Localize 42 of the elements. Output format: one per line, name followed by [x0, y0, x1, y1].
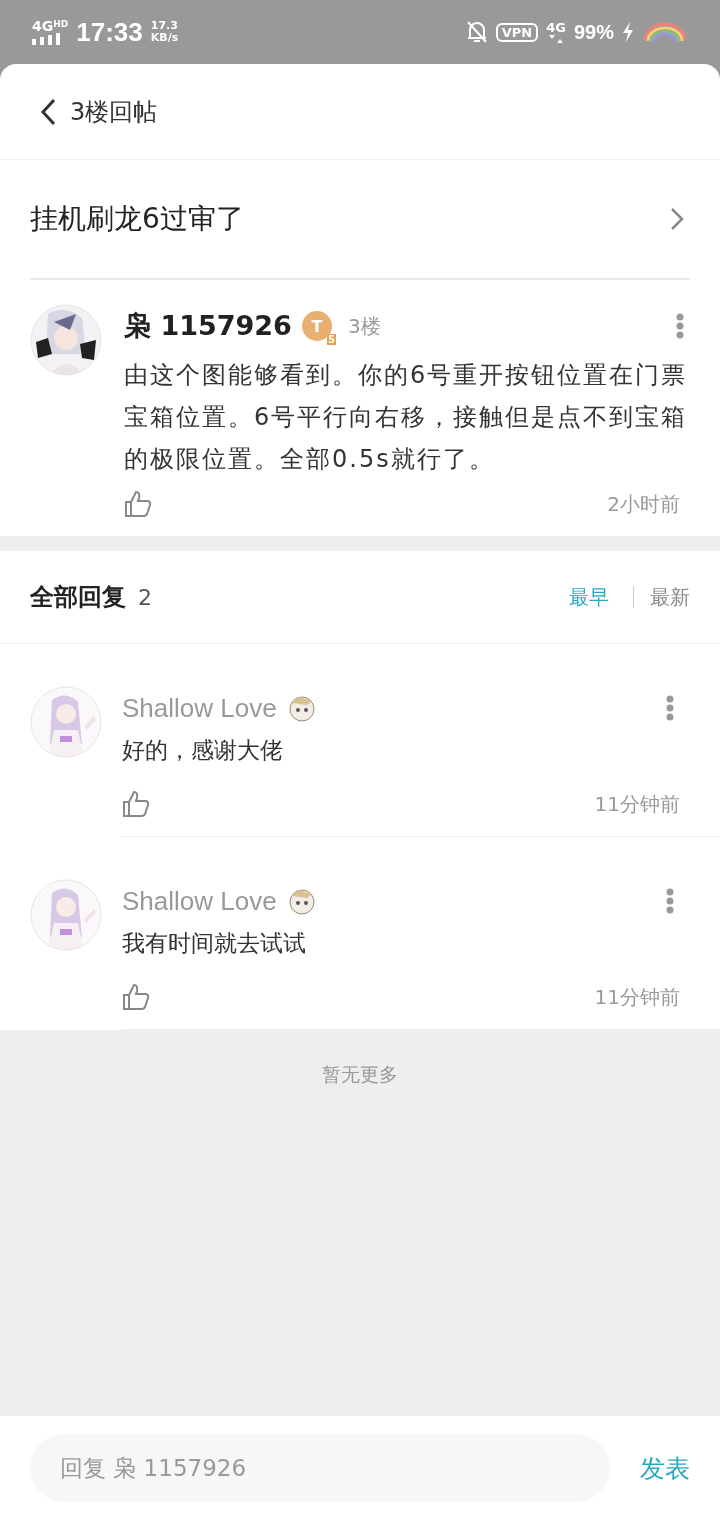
- more-icon: [676, 313, 684, 339]
- reply-input[interactable]: 回复 枭 1157926: [30, 1434, 610, 1502]
- clock: 17:33: [76, 16, 143, 48]
- back-icon: [40, 97, 56, 126]
- thread-link[interactable]: 挂机刷龙6过审了: [30, 160, 690, 280]
- author-name[interactable]: Shallow Love: [122, 692, 277, 724]
- back-button[interactable]: 3楼回帖: [40, 95, 158, 128]
- chevron-right-icon: [670, 207, 684, 231]
- network-type-label: HD: [53, 19, 69, 29]
- signal-icon: [32, 33, 62, 45]
- mobile-label: 4G: [546, 21, 566, 35]
- battery-level: 99%: [573, 20, 614, 44]
- rainbow-icon: [642, 22, 688, 42]
- sort-tab[interactable]: 最新: [650, 579, 690, 615]
- sort-tab[interactable]: 最早: [569, 579, 609, 615]
- reply-count: 2: [138, 584, 152, 610]
- like-button[interactable]: [124, 490, 152, 518]
- end-note: 暂无更多: [322, 1062, 398, 1087]
- character-icon: [286, 886, 317, 916]
- like-button[interactable]: [122, 790, 150, 818]
- author-name[interactable]: 枭 1157926: [124, 308, 292, 344]
- send-button[interactable]: 发表: [640, 1451, 690, 1485]
- reply-time: 11分钟前: [594, 983, 680, 1011]
- like-button[interactable]: [122, 983, 150, 1011]
- floor-label: 3楼: [347, 312, 381, 340]
- data-arrows-icon: [548, 35, 565, 43]
- speed-value: 17.3: [150, 20, 179, 32]
- section-title: 全部回复: [30, 582, 126, 613]
- lightning-icon: [622, 22, 634, 42]
- bell-off-icon: [465, 20, 488, 44]
- character-icon: [286, 693, 317, 723]
- author-name[interactable]: Shallow Love: [122, 885, 277, 917]
- reply-text: 好的，感谢大佬: [122, 736, 284, 765]
- reply-time: 11分钟前: [594, 790, 680, 818]
- vpn-indicator: VPN: [495, 22, 539, 42]
- post-time: 2小时前: [607, 490, 680, 518]
- more-icon: [666, 888, 674, 914]
- post-text: 由这个图能够看到。你的6号重开按钮位置在门票宝箱位置。6号平行向右移，接触但是点不到宝箱的极限位置。全部0.5s就行了。: [124, 360, 689, 475]
- network-label: 4G: [32, 19, 54, 33]
- speed-unit: KB/s: [150, 32, 179, 44]
- more-icon: [666, 695, 674, 721]
- reply-text: 我有时间就去试试: [122, 929, 307, 958]
